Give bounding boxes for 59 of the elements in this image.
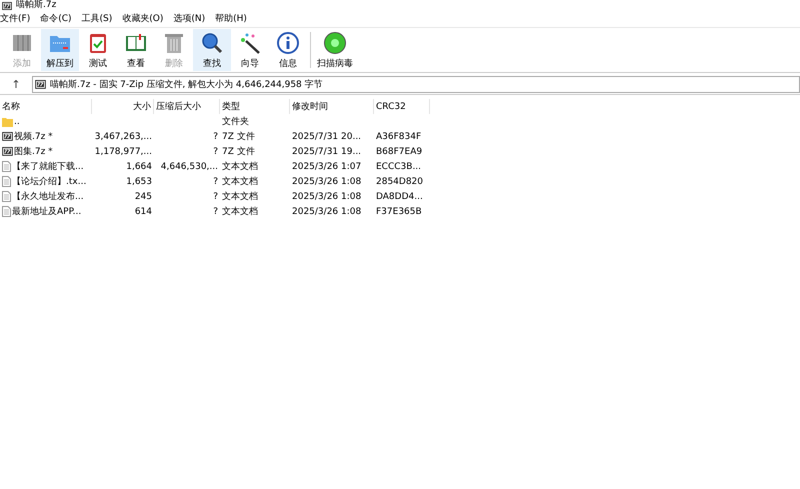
table-cell: 1,653 (126, 176, 152, 186)
table-cell-text: 文本文档 (222, 206, 258, 218)
table-cell: ? (213, 132, 218, 142)
column-header[interactable]: CRC32 (374, 99, 430, 114)
toolbar-button[interactable]: 向导 (231, 29, 269, 71)
table-cell: 245 (134, 192, 152, 202)
menu-item[interactable]: 收藏夹(O) (122, 12, 164, 25)
table-cell: ? (213, 192, 218, 202)
table-cell-text: 文本文档 (222, 176, 258, 188)
menu-item[interactable]: 帮助(H) (215, 12, 247, 25)
table-cell: 1,664 (126, 162, 152, 172)
table-cell: 3,467,263,... (94, 132, 152, 142)
column-header[interactable]: 修改时间 (290, 99, 374, 114)
table-cell-text: 文本文档 (222, 190, 258, 203)
table-cell: 4,646,530,... (160, 162, 218, 172)
menu-item[interactable]: 工具(S) (82, 12, 112, 25)
table-cell: 1,178,977,... (94, 146, 152, 156)
table-cell: 2025/3/26 1:08 (292, 206, 362, 216)
address-field[interactable]: 喵帕斯.7z - 固实 7-Zip 压缩文件, 解包大小为 4,646,244,958 字节 (32, 76, 800, 93)
toolbar-button[interactable]: 测试 (79, 29, 117, 71)
table-cell: ? (213, 146, 218, 156)
table-cell: 2025/7/31 19... (292, 146, 362, 156)
toolbar-button[interactable]: 解压到 (41, 29, 79, 71)
up-button[interactable]: ↑ (0, 78, 32, 91)
file-name[interactable]: 视频.7z * (14, 130, 53, 143)
menu-item[interactable]: 命令(C) (40, 12, 72, 25)
table-cell: ? (213, 176, 218, 186)
table-cell: ECCC3B... (376, 162, 422, 172)
table-cell: 2025/7/31 20... (292, 132, 362, 142)
table-cell: 2854D820 (376, 176, 424, 186)
file-name[interactable]: 【来了就能下载... (12, 160, 84, 173)
file-name[interactable]: 【永久地址发布... (12, 190, 84, 203)
file-name[interactable]: .. (14, 116, 20, 126)
table-cell: 614 (134, 206, 152, 216)
toolbar-button[interactable]: 扫描病毒 (314, 29, 356, 71)
column-header[interactable]: 大小 (92, 99, 154, 114)
toolbar-button[interactable]: 查看 (117, 29, 155, 71)
menu-item[interactable]: 选项(N) (173, 12, 206, 25)
table-cell: A36F834F (376, 132, 422, 142)
table-cell-text: 7Z 文件 (222, 146, 255, 158)
menu-item[interactable]: 文件(F) (0, 12, 30, 25)
table-cell: 2025/3/26 1:08 (292, 176, 362, 186)
file-name[interactable]: 最新地址及APP... (12, 205, 82, 218)
table-cell-text: 7Z 文件 (222, 130, 255, 143)
toolbar-button[interactable]: 信息 (269, 29, 307, 71)
table-cell: DA8DD4... (376, 192, 423, 202)
table-cell: ? (213, 206, 218, 216)
table-cell-text: 文本文档 (222, 160, 258, 173)
column-header[interactable]: 压缩后大小 (154, 99, 220, 114)
table-cell: F37E365B (376, 206, 422, 216)
column-header[interactable]: 名称 (0, 99, 92, 114)
table-cell: 2025/3/26 1:07 (292, 162, 362, 172)
file-name[interactable]: 图集.7z * (14, 145, 53, 158)
column-header[interactable]: 类型 (220, 99, 290, 114)
table-cell: B68F7EA9 (376, 146, 422, 156)
file-name[interactable]: 【论坛介绍】.tx... (12, 175, 86, 188)
table-cell: 2025/3/26 1:08 (292, 192, 362, 202)
table-cell-text: 文件夹 (222, 116, 249, 128)
toolbar-button[interactable]: 查找 (193, 29, 231, 71)
